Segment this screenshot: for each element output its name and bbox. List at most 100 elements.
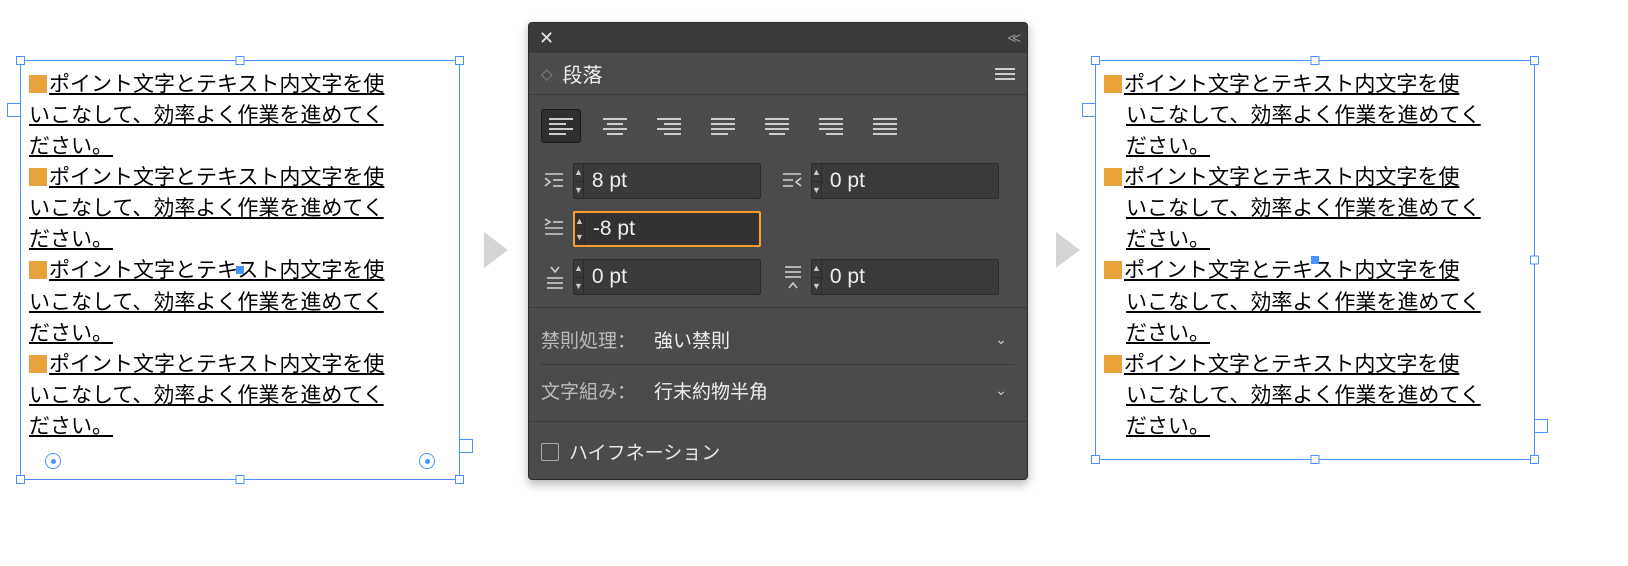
handle-bottom-center[interactable]: [236, 475, 245, 484]
indent-right-input[interactable]: [822, 169, 999, 193]
sample-text: ださい。: [1104, 224, 1526, 255]
justify-all-button[interactable]: [865, 109, 905, 143]
stepper[interactable]: ▲▼: [812, 260, 822, 294]
alignment-row: [541, 109, 1015, 143]
first-line-indent-input[interactable]: [585, 217, 761, 241]
justify-left-button[interactable]: [703, 109, 743, 143]
align-center-button[interactable]: [595, 109, 635, 143]
step-up-icon[interactable]: ▲: [574, 164, 583, 182]
hyphenation-checkbox[interactable]: [541, 443, 559, 461]
sample-text: ださい。: [1104, 318, 1526, 349]
mojikumi-label: 文字組み：: [541, 377, 636, 404]
frame-center-point-icon: [236, 266, 244, 274]
text-frame[interactable]: ポイント文字とテキスト内文字を使 いこなして、効率よく作業を進めてく ださい。 …: [1095, 60, 1535, 460]
handle-bottom-right[interactable]: [1530, 455, 1539, 464]
separator: [529, 421, 1027, 422]
handle-bottom-center[interactable]: [1311, 455, 1320, 464]
stepper[interactable]: ▲▼: [574, 260, 584, 294]
space-before-icon: [541, 264, 567, 290]
text-frame[interactable]: ポイント文字とテキスト内文字を使 いこなして、効率よく作業を進めてく ださい。 …: [20, 60, 460, 480]
kinsoku-label: 禁則処理：: [541, 326, 636, 353]
step-down-icon[interactable]: ▼: [574, 182, 583, 199]
sample-text: ださい。: [29, 228, 113, 251]
paragraph: ポイント文字とテキスト内文字を使 いこなして、効率よく作業を進めてく ださい。: [1104, 255, 1526, 348]
kinsoku-select[interactable]: 強い禁則 ⌄: [646, 322, 1015, 356]
bullet-square-icon: [1104, 355, 1122, 373]
sample-text: ださい。: [29, 415, 113, 438]
step-down-icon[interactable]: ▼: [812, 278, 821, 295]
sample-text: ポイント文字とテキスト内文字を使: [1124, 259, 1459, 282]
space-before-field[interactable]: ▲▼: [573, 259, 761, 295]
handle-top-left[interactable]: [16, 56, 25, 65]
sample-text: ポイント文字とテキスト内文字を使: [1124, 73, 1459, 96]
sample-text: ポイント文字とテキスト内文字を使: [49, 166, 384, 189]
sample-text: いこなして、効率よく作業を進めてく: [1104, 380, 1526, 411]
separator: [529, 307, 1027, 308]
indent-right-field[interactable]: ▲▼: [811, 163, 999, 199]
sample-text: いこなして、効率よく作業を進めてく: [29, 197, 384, 220]
panel-titlebar[interactable]: ✕ <<: [529, 23, 1027, 53]
step-up-icon[interactable]: ▲: [812, 260, 821, 278]
indent-left-field[interactable]: ▲▼: [573, 163, 761, 199]
text-in-port[interactable]: [1082, 103, 1096, 117]
handle-top-center[interactable]: [236, 56, 245, 65]
stepper[interactable]: ▲▼: [574, 164, 584, 198]
sample-text: いこなして、効率よく作業を進めてく: [29, 384, 384, 407]
handle-bottom-left[interactable]: [1091, 455, 1100, 464]
text-out-port[interactable]: [459, 439, 473, 453]
handle-top-right[interactable]: [455, 56, 464, 65]
collapse-icon[interactable]: <<: [1007, 30, 1017, 47]
step-up-icon[interactable]: ▲: [574, 260, 583, 278]
handle-bottom-left[interactable]: [16, 475, 25, 484]
frame-center-point-icon: [1311, 256, 1319, 264]
sample-text: ポイント文字とテキスト内文字を使: [49, 353, 384, 376]
sample-text: いこなして、効率よく作業を進めてく: [1104, 287, 1526, 318]
handle-mid-right[interactable]: [1530, 256, 1539, 265]
paragraph-panel: ✕ << ◇ 段落 ▲▼: [528, 22, 1028, 480]
handle-top-right[interactable]: [1530, 56, 1539, 65]
align-left-button[interactable]: [541, 109, 581, 143]
stepper[interactable]: ▲▼: [812, 164, 822, 198]
bullet-square-icon: [29, 261, 47, 279]
step-down-icon[interactable]: ▼: [574, 278, 583, 295]
space-after-field[interactable]: ▲▼: [811, 259, 999, 295]
handle-bottom-right[interactable]: [455, 475, 464, 484]
panel-body: ▲▼ ▲▼ ▲▼: [529, 95, 1027, 479]
paragraph: ポイント文字とテキスト内文字を使 いこなして、効率よく作業を進めてく ださい。: [1104, 69, 1526, 162]
mojikumi-value: 行末約物半角: [654, 377, 768, 404]
space-after-input[interactable]: [822, 265, 999, 289]
align-right-button[interactable]: [649, 109, 689, 143]
handle-top-left[interactable]: [1091, 56, 1100, 65]
indent-right-icon: [779, 168, 805, 194]
first-line-indent-icon: [541, 216, 567, 242]
step-down-icon[interactable]: ▼: [812, 182, 821, 199]
stepper[interactable]: ▲▼: [575, 213, 585, 245]
drag-grip-icon[interactable]: ◇: [541, 65, 553, 83]
mojikumi-select[interactable]: 行末約物半角 ⌄: [646, 373, 1015, 407]
bullet-square-icon: [29, 168, 47, 186]
thread-indicator-icon: [419, 453, 435, 469]
sample-text: いこなして、効率よく作業を進めてく: [29, 291, 384, 314]
bullet-square-icon: [29, 75, 47, 93]
space-after-icon: [779, 264, 805, 290]
sample-text: いこなして、効率よく作業を進めてく: [1104, 193, 1526, 224]
indent-left-input[interactable]: [584, 169, 761, 193]
paragraph: ポイント文字とテキスト内文字を使 いこなして、効率よく作業を進めてく ださい。: [1104, 162, 1526, 255]
text-out-port[interactable]: [1534, 419, 1548, 433]
first-line-indent-field[interactable]: ▲▼: [573, 211, 761, 247]
space-before-input[interactable]: [584, 265, 761, 289]
text-in-port[interactable]: [7, 103, 21, 117]
sample-text: いこなして、効率よく作業を進めてく: [1104, 100, 1526, 131]
justify-right-button[interactable]: [811, 109, 851, 143]
step-down-icon[interactable]: ▼: [575, 230, 584, 246]
panel-menu-icon[interactable]: [995, 68, 1015, 80]
step-up-icon[interactable]: ▲: [575, 213, 584, 230]
close-icon[interactable]: ✕: [539, 29, 554, 47]
handle-top-center[interactable]: [1311, 56, 1320, 65]
step-up-icon[interactable]: ▲: [812, 164, 821, 182]
kinsoku-value: 強い禁則: [654, 326, 730, 353]
justify-center-button[interactable]: [757, 109, 797, 143]
sample-text: ださい。: [1104, 411, 1526, 442]
bullet-square-icon: [1104, 261, 1122, 279]
text-frame-before: ポイント文字とテキスト内文字を使 いこなして、効率よく作業を進めてく ださい。 …: [20, 60, 460, 480]
